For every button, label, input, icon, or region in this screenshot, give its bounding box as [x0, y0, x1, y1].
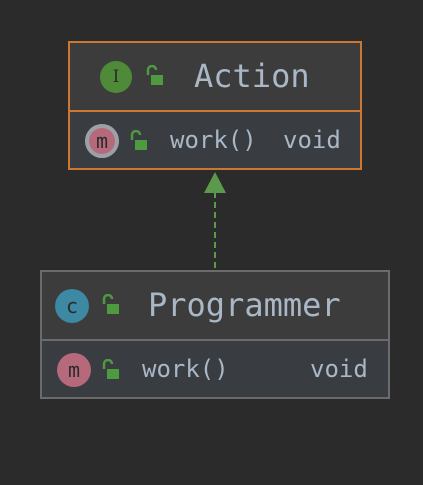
class-icon: c [55, 289, 89, 323]
method-row[interactable]: m work() void [42, 341, 388, 397]
class-node-programmer[interactable]: c Programmer m work() void [40, 270, 390, 399]
method-return-type: void [310, 355, 368, 383]
method-letter: m [67, 358, 81, 382]
public-lock-icon [102, 359, 119, 379]
implements-arrow [204, 172, 226, 270]
node-header: c Programmer [42, 272, 388, 341]
class-letter: c [65, 294, 79, 318]
public-lock-icon [102, 294, 119, 314]
node-title: Programmer [148, 286, 341, 324]
arrow-head [204, 172, 226, 193]
method-name: work() [142, 355, 229, 383]
method-icon: m [57, 353, 91, 387]
